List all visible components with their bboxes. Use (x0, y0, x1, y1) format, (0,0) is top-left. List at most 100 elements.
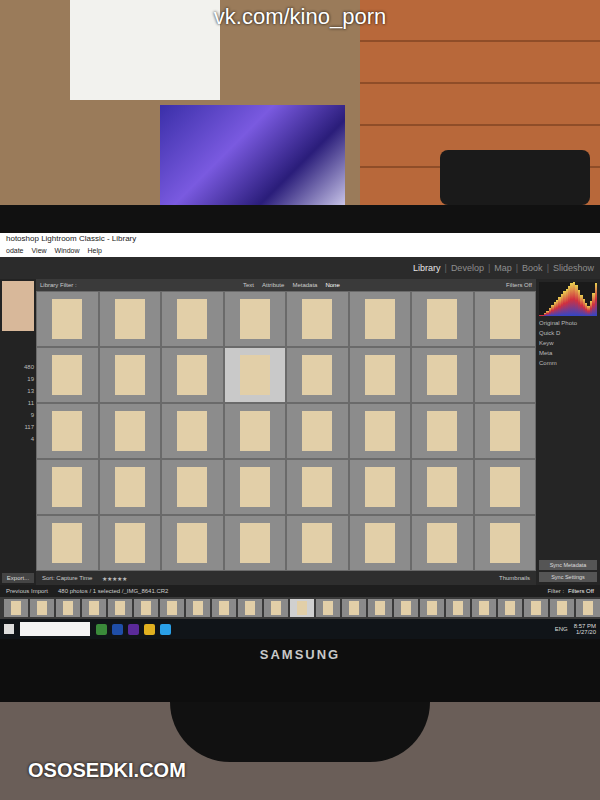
menu-item[interactable]: odate (6, 247, 24, 257)
filmstrip-thumb[interactable] (4, 599, 28, 617)
filmstrip-thumb[interactable] (498, 599, 522, 617)
source-label[interactable]: Previous Import (6, 588, 48, 594)
filmstrip-thumb[interactable] (524, 599, 548, 617)
grid-cell[interactable] (224, 459, 287, 515)
grid-cell[interactable] (224, 403, 287, 459)
rating-stars[interactable]: ★★★★★ (102, 575, 127, 582)
grid-cell[interactable] (161, 403, 224, 459)
filmstrip-thumb[interactable] (186, 599, 210, 617)
filmstrip-thumb[interactable] (316, 599, 340, 617)
grid-cell[interactable] (411, 347, 474, 403)
app-icon[interactable] (128, 624, 139, 635)
filmstrip-thumb[interactable] (264, 599, 288, 617)
monitor-stand (170, 702, 430, 762)
filmstrip-thumb[interactable] (134, 599, 158, 617)
filmstrip-thumb[interactable] (368, 599, 392, 617)
grid-cell[interactable] (99, 515, 162, 571)
grid-cell[interactable] (474, 347, 537, 403)
app-icon[interactable] (96, 624, 107, 635)
grid-cell[interactable] (349, 459, 412, 515)
filmstrip-thumb[interactable] (56, 599, 80, 617)
filmstrip-thumb[interactable] (472, 599, 496, 617)
filter-option[interactable]: Attribute (262, 282, 284, 288)
grid-cell[interactable] (349, 403, 412, 459)
grid-cell[interactable] (286, 403, 349, 459)
panel-section[interactable]: Comm (539, 360, 597, 366)
grid-cell[interactable] (99, 347, 162, 403)
folder-count: 11 (28, 400, 34, 406)
grid-cell[interactable] (161, 459, 224, 515)
grid-cell[interactable] (474, 515, 537, 571)
filter-preset[interactable]: Filters Off (506, 282, 532, 288)
windows-icon[interactable] (4, 624, 14, 634)
grid-cell[interactable] (36, 403, 99, 459)
module-tab[interactable]: |Slideshow (547, 263, 594, 273)
filmstrip-thumb[interactable] (342, 599, 366, 617)
grid-cell[interactable] (349, 347, 412, 403)
grid-cell[interactable] (161, 515, 224, 571)
menu-item[interactable]: Help (87, 247, 101, 257)
filmstrip-thumb[interactable] (420, 599, 444, 617)
filmstrip-thumb[interactable] (550, 599, 574, 617)
grid-cell[interactable] (411, 459, 474, 515)
language-indicator[interactable]: ENG (555, 626, 568, 632)
grid-cell[interactable] (161, 291, 224, 347)
panel-section[interactable]: Quick D (539, 330, 597, 336)
filmstrip-thumb[interactable] (290, 599, 314, 617)
grid-cell[interactable] (411, 291, 474, 347)
app-icon[interactable] (160, 624, 171, 635)
grid-cell[interactable] (286, 347, 349, 403)
grid-cell[interactable] (474, 403, 537, 459)
grid-cell[interactable] (36, 291, 99, 347)
filmstrip-thumb[interactable] (30, 599, 54, 617)
grid-cell[interactable] (224, 515, 287, 571)
grid-cell[interactable] (474, 459, 537, 515)
module-tab[interactable]: |Map (488, 263, 512, 273)
module-tab[interactable]: |Develop (445, 263, 484, 273)
filmstrip-thumb[interactable] (446, 599, 470, 617)
module-tab[interactable]: Library (413, 263, 441, 273)
grid-cell[interactable] (411, 515, 474, 571)
grid-cell[interactable] (36, 459, 99, 515)
grid-cell[interactable] (474, 291, 537, 347)
filmstrip-thumb[interactable] (576, 599, 600, 617)
filter-option[interactable]: Text (243, 282, 254, 288)
filmstrip-thumb[interactable] (108, 599, 132, 617)
filter-option[interactable]: Metadata (292, 282, 317, 288)
filmstrip-thumb[interactable] (238, 599, 262, 617)
grid-cell[interactable] (36, 515, 99, 571)
grid-cell[interactable] (349, 291, 412, 347)
menu-item[interactable]: Window (55, 247, 80, 257)
app-icon[interactable] (112, 624, 123, 635)
filmstrip-thumb[interactable] (394, 599, 418, 617)
grid-cell[interactable] (411, 403, 474, 459)
panel-section[interactable]: Meta (539, 350, 597, 356)
module-tab[interactable]: |Book (516, 263, 543, 273)
grid-cell[interactable] (36, 347, 99, 403)
grid-cell[interactable] (286, 459, 349, 515)
grid-cell[interactable] (224, 347, 287, 403)
grid-cell[interactable] (99, 291, 162, 347)
filter-value[interactable]: Filters Off (568, 588, 594, 594)
menu-item[interactable]: View (32, 247, 47, 257)
filmstrip-thumb[interactable] (160, 599, 184, 617)
grid-cell[interactable] (349, 515, 412, 571)
grid-cell[interactable] (99, 403, 162, 459)
sync-button[interactable]: Sync Metadata (539, 560, 597, 570)
grid-cell[interactable] (99, 459, 162, 515)
sort-control[interactable]: Sort: Capture Time (42, 575, 92, 581)
sync-button[interactable]: Sync Settings (539, 572, 597, 582)
grid-cell[interactable] (224, 291, 287, 347)
export-button[interactable]: Export... (2, 573, 34, 583)
grid-cell[interactable] (286, 291, 349, 347)
app-icon[interactable] (144, 624, 155, 635)
grid-cell[interactable] (286, 515, 349, 571)
filmstrip-thumb[interactable] (82, 599, 106, 617)
clock[interactable]: 8:57 PM1/27/20 (574, 623, 596, 635)
panel-section[interactable]: Keyw (539, 340, 597, 346)
grid-cell[interactable] (161, 347, 224, 403)
search-box[interactable] (20, 622, 90, 636)
thumbnail-size[interactable]: Thumbnails (499, 575, 530, 581)
filter-option[interactable]: None (325, 282, 339, 288)
filmstrip-thumb[interactable] (212, 599, 236, 617)
